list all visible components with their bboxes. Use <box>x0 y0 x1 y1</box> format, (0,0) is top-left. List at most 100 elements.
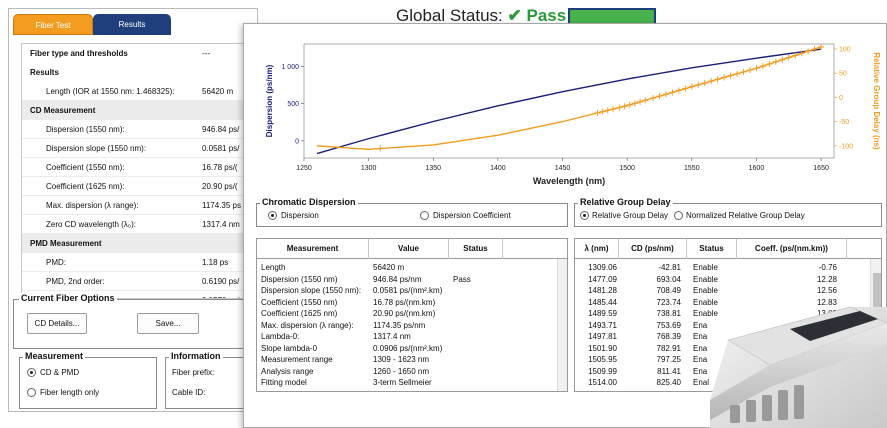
result-value: --- <box>202 49 210 58</box>
measurement-cell: 1260 - 1650 nm <box>373 366 430 376</box>
measurement-table-header: Measurement Value Status <box>257 239 567 259</box>
measurement-cell: Coefficient (1550 nm) <box>261 297 338 307</box>
result-value: 0.6190 ps/ <box>202 277 240 286</box>
tab-fiber-test[interactable]: Fiber Test <box>13 14 93 35</box>
measurement-cell: Max. dispersion (λ range): <box>261 320 354 330</box>
fiber-length-only-radio[interactable] <box>27 388 36 397</box>
y-right-tick-label: -100 <box>839 143 853 150</box>
measurement-cell: 0.0581 ps/(nm².km) <box>373 286 443 295</box>
column-header-coeff[interactable]: Coeff. (ps/(nm.km)) <box>737 239 847 259</box>
result-label: CD Measurement <box>30 106 96 115</box>
section-header: PMD Measurement <box>22 234 252 253</box>
result-value: 1317.4 nm <box>202 220 240 229</box>
column-header-measurement[interactable]: Measurement <box>257 239 369 259</box>
result-value: 1.18 ps <box>202 258 229 267</box>
x-tick-label: 1550 <box>684 165 700 172</box>
result-row: PMD: 1.18 ps <box>22 253 252 272</box>
result-row: Coefficient (1550 nm): 16.78 ps/( <box>22 158 252 177</box>
relative-group-delay-title: Relative Group Delay <box>578 197 673 207</box>
wavelength-cell: 1309.06 <box>588 263 617 272</box>
wavelength-cell: 723.74 <box>656 297 681 307</box>
tab-results[interactable]: Results <box>93 14 171 35</box>
device-photo <box>710 306 887 428</box>
wavelength-cell: 1489.59 <box>588 309 617 318</box>
result-label: Dispersion slope (1550 nm): <box>46 144 147 153</box>
result-label: Dispersion (1550 nm): <box>46 125 125 134</box>
result-label: PMD Measurement <box>30 239 102 248</box>
column-header-status[interactable]: Status <box>687 239 737 259</box>
wavelength-cell: 12.28 <box>816 274 837 284</box>
wavelength-cell: 811.41 <box>657 366 681 376</box>
measurement-group <box>19 357 157 409</box>
results-list: Fiber type and thresholds --- Results Lengt… <box>21 43 253 299</box>
cd-pmd-radio[interactable] <box>27 368 36 377</box>
x-tick-label: 1600 <box>749 165 765 172</box>
wavelength-cell: 12.56 <box>816 286 837 295</box>
wavelength-cell: 797.25 <box>656 355 681 364</box>
fiber-length-only-label: Fiber length only <box>40 388 100 397</box>
cd-pmd-label: CD & PMD <box>40 368 80 377</box>
measurement-table-scrollbar[interactable] <box>557 259 567 391</box>
column-header-value[interactable]: Value <box>369 239 449 259</box>
result-value: 1174.35 ps <box>202 201 241 210</box>
save-button[interactable]: Save... <box>137 313 199 334</box>
y-left-tick-label: 0 <box>295 138 299 145</box>
normalized-rgd-radio[interactable] <box>674 211 683 220</box>
wavelength-cell: 768.39 <box>656 332 681 341</box>
section-header: CD Measurement <box>22 101 252 120</box>
column-header-status[interactable]: Status <box>449 239 503 259</box>
column-header-lambda[interactable]: λ (nm) <box>575 239 619 259</box>
dispersion-radio[interactable] <box>268 211 277 220</box>
result-value: 20.90 ps/( <box>202 182 238 191</box>
result-value: 0.1570 ps/ <box>202 291 239 298</box>
wavelength-cell: 1509.99 <box>588 366 617 376</box>
result-value: 946.84 ps/ <box>202 125 240 134</box>
result-row: PMD, 2nd order: 0.6190 ps/ <box>22 272 252 291</box>
result-label: Coefficient (1550 nm): <box>46 163 125 172</box>
measurement-cell: 56420 m <box>373 263 405 272</box>
wavelength-cell: 1514.00 <box>588 378 617 387</box>
wavelength-cell: Enable <box>693 263 718 272</box>
measurement-cell: 1174.35 ps/nm <box>373 320 426 330</box>
wavelength-cell: 1481.28 <box>588 286 617 295</box>
plot-area <box>303 43 835 159</box>
measurement-cell: Slope lambda-0 <box>261 343 318 353</box>
wavelength-cell: 1477.09 <box>588 274 617 284</box>
dispersion-label: Dispersion <box>281 211 319 220</box>
measurement-cell: Pass <box>453 274 471 284</box>
wavelength-cell: 693.04 <box>656 274 681 284</box>
result-row: Results <box>22 63 252 82</box>
wavelength-cell: 825.40 <box>656 378 681 387</box>
result-label: Coefficient (1625 nm): <box>46 182 125 191</box>
measurement-cell: Analysis range <box>261 366 314 376</box>
measurement-cell: 1317.4 nm <box>373 332 411 341</box>
result-value: 16.78 ps/( <box>202 163 238 172</box>
dispersion-coefficient-radio[interactable] <box>420 211 429 220</box>
result-label: Length (IOR at 1550 nm: 1.468325): <box>46 87 175 96</box>
column-header-cd[interactable]: CD (ps/nm) <box>619 239 687 259</box>
measurement-cell: 0.0906 ps/(nm².km) <box>373 343 443 353</box>
wavelength-cell: 1497.81 <box>588 332 617 341</box>
y-left-axis-label: Dispersion (ps/nm) <box>265 64 274 137</box>
current-fiber-options-title: Current Fiber Options <box>19 293 117 303</box>
result-row: Max. dispersion (λ range): 1174.35 ps <box>22 196 252 215</box>
wavelength-cell: -42.81 <box>658 263 681 272</box>
dispersion-coefficient-label: Dispersion Coefficient <box>433 211 511 220</box>
result-row: Coefficient (1625 nm): 20.90 ps/( <box>22 177 252 196</box>
cable-id-label: Cable ID: <box>172 388 206 397</box>
result-row: Dispersion slope (1550 nm): 0.0581 ps/ <box>22 139 252 158</box>
y-right-tick-label: 50 <box>839 71 847 78</box>
measurement-cell: Fitting model <box>261 378 307 387</box>
wavelength-cell: 782.91 <box>656 343 681 353</box>
x-tick-label: 1400 <box>490 165 506 172</box>
result-label: Max. dispersion (λ range): <box>46 201 139 210</box>
x-tick-label: 1300 <box>361 165 377 172</box>
relative-group-delay-radio[interactable] <box>580 211 589 220</box>
result-label: Results <box>30 68 59 77</box>
cd-details-button[interactable]: CD Details... <box>27 313 87 334</box>
fiber-test-window: Fiber Test Results Fiber type and thresh… <box>8 8 259 412</box>
wavelength-cell: 1505.95 <box>588 355 617 364</box>
result-value: 56420 m <box>202 87 234 96</box>
result-label: Zero CD wavelength (λ₀): <box>46 220 137 229</box>
result-row: Zero CD wavelength (λ₀): 1317.4 nm <box>22 215 252 234</box>
